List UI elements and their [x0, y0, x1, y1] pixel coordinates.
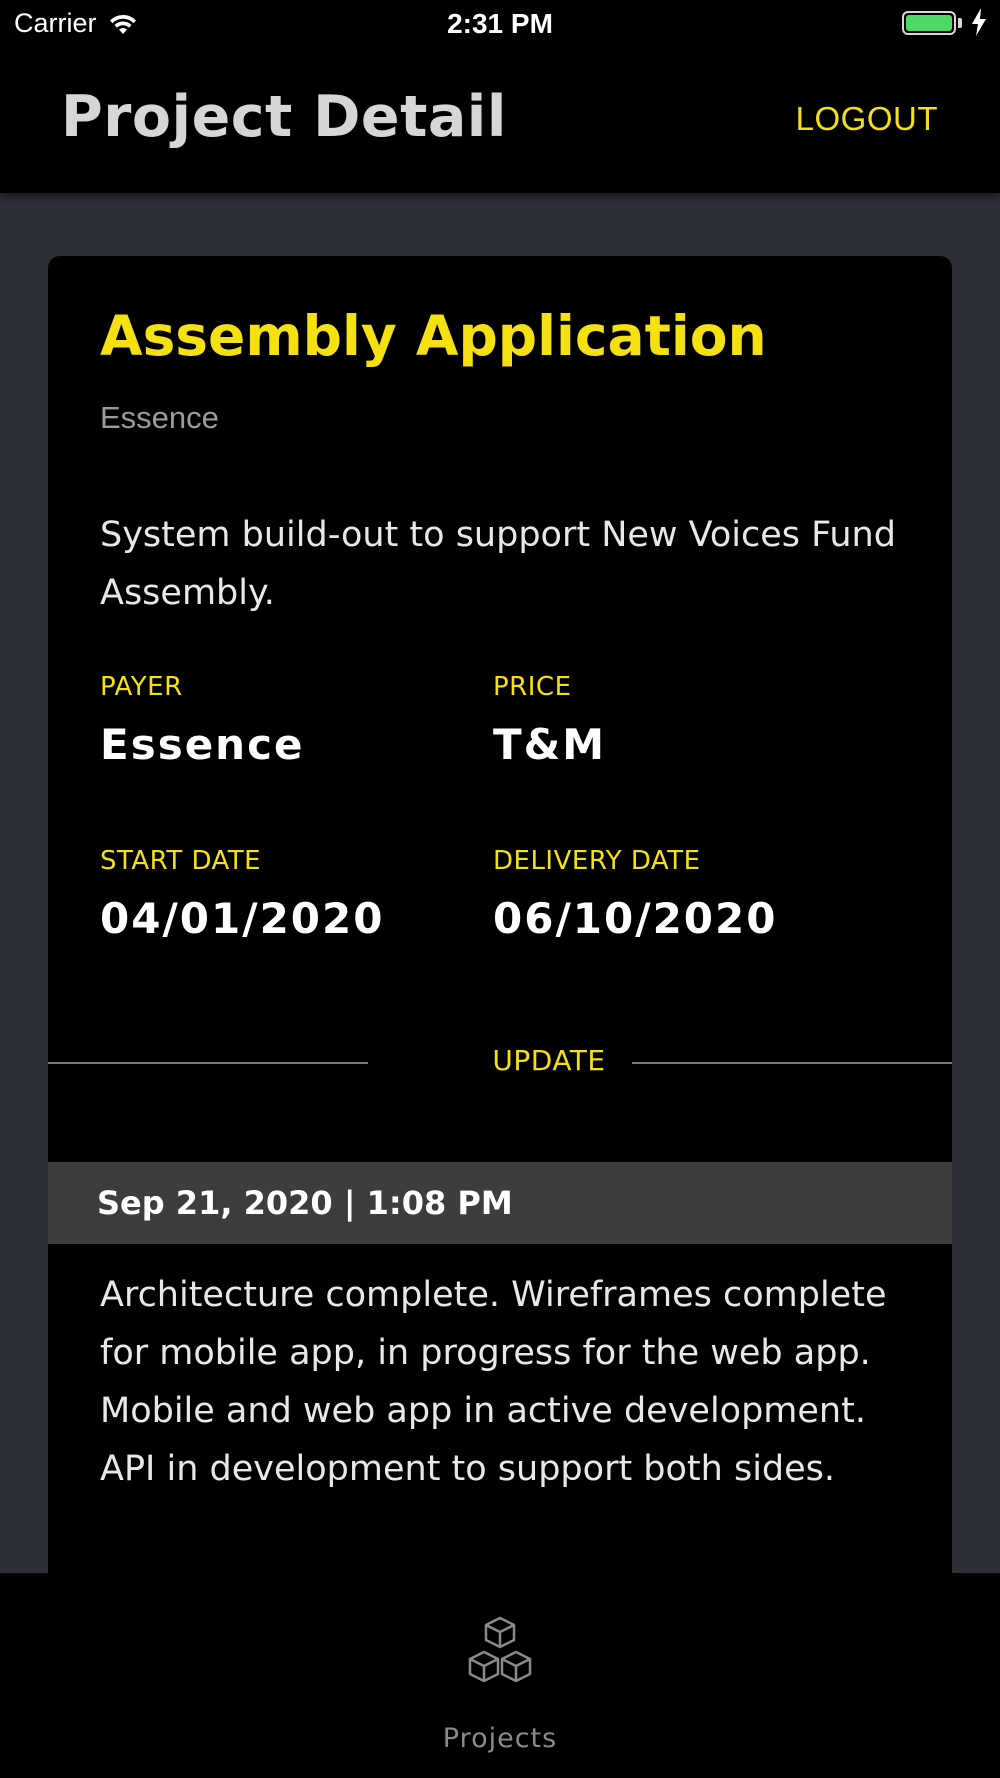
battery-icon: [902, 11, 956, 35]
navigation-bar: Project Detail LOGOUT: [0, 52, 1000, 193]
charging-bolt-icon: [972, 8, 986, 36]
logout-button[interactable]: LOGOUT: [796, 100, 938, 138]
project-client: Essence: [100, 400, 219, 435]
project-title: Assembly Application: [100, 304, 767, 368]
update-entry-header: Sep 21, 2020 | 1:08 PM: [48, 1162, 952, 1244]
cubes-icon: [468, 1616, 532, 1683]
tab-projects[interactable]: Projects: [400, 1573, 600, 1778]
update-timestamp: Sep 21, 2020 | 1:08 PM: [97, 1184, 513, 1222]
delivery-date-value: 06/10/2020: [493, 894, 778, 943]
project-card: Assembly Application Essence System buil…: [48, 256, 952, 1636]
update-text: Architecture complete. Wireframes comple…: [100, 1275, 887, 1489]
start-date-value: 04/01/2020: [100, 894, 385, 943]
update-divider-right: [632, 1062, 952, 1064]
price-label: PRICE: [493, 672, 572, 702]
update-button[interactable]: UPDATE: [418, 1044, 680, 1077]
start-date-label: START DATE: [100, 846, 262, 876]
payer-value: Essence: [100, 720, 305, 769]
payer-label: PAYER: [100, 672, 183, 702]
status-time: 2:31 PM: [447, 8, 553, 39]
status-bar: Carrier 2:31 PM: [0, 0, 1000, 52]
price-value: T&M: [493, 720, 607, 769]
delivery-date-label: DELIVERY DATE: [493, 846, 701, 876]
tab-bar: Projects: [0, 1573, 1000, 1778]
battery-cap: [958, 18, 962, 28]
page-title: Project Detail: [61, 84, 507, 150]
project-description: System build-out to support New Voices F…: [100, 515, 896, 613]
tab-projects-label: Projects: [442, 1723, 558, 1754]
update-divider-left: [48, 1062, 368, 1064]
